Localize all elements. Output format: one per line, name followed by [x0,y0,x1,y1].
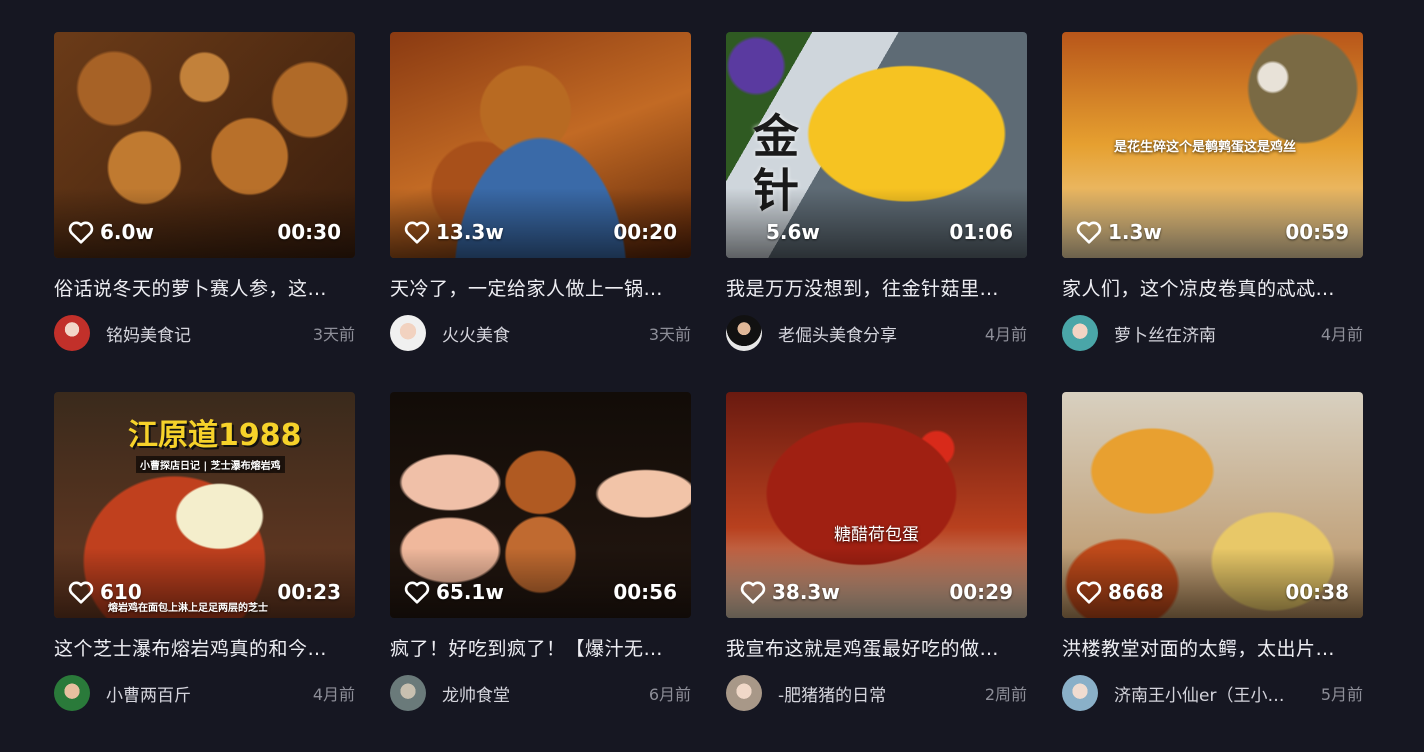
publish-time: 5月前 [1320,685,1363,704]
thumbnail-subcaption: 小曹探店日记 | 芝士瀑布熔岩鸡 [136,456,285,473]
avatar[interactable] [1062,675,1098,711]
like-count: 610 [68,580,142,604]
heart-icon [404,221,430,244]
video-meta: 小曹两百斤 4月前 [54,675,355,711]
author-name[interactable]: -肥猪猪的日常 [778,681,886,706]
heart-icon [1076,581,1102,604]
heart-icon [740,581,766,604]
video-title[interactable]: 这个芝士瀑布熔岩鸡真的和今… [54,634,355,661]
author-name[interactable]: 老倔头美食分享 [778,321,897,346]
like-count-value: 6.0w [100,220,154,244]
author-name[interactable]: 龙帅食堂 [442,681,510,706]
video-meta: 火火美食 3天前 [390,315,691,351]
video-thumbnail[interactable]: 65.1w 00:56 [390,392,691,618]
like-count-value: 610 [100,580,142,604]
video-thumbnail[interactable]: 金针 5.6w 01:06 [726,32,1027,258]
avatar[interactable] [726,675,762,711]
video-duration: 01:06 [949,220,1013,244]
video-title[interactable]: 天冷了，一定给家人做上一锅… [390,274,691,301]
heart-icon [404,581,430,604]
video-title[interactable]: 我是万万没想到，往金针菇里… [726,274,1027,301]
publish-time: 2周前 [984,685,1027,704]
video-thumbnail[interactable]: 糖醋荷包蛋 38.3w 00:29 [726,392,1027,618]
avatar[interactable] [54,675,90,711]
thumbnail-caption: 糖醋荷包蛋 [834,525,919,545]
video-thumbnail[interactable]: 江原道1988 小曹探店日记 | 芝士瀑布熔岩鸡 熔岩鸡在面包上淋上足足两层的芝… [54,392,355,618]
avatar[interactable] [390,315,426,351]
video-duration: 00:30 [277,220,341,244]
like-count: 5.6w [766,220,820,244]
publish-time: 3天前 [648,325,691,344]
thumbnail-caption: 江原道1988 [128,418,302,453]
author-name[interactable]: 济南王小仙er（王小桐… [1114,681,1290,706]
avatar[interactable] [1062,315,1098,351]
video-card[interactable]: 是花生碎这个是鹌鹑蛋这是鸡丝 1.3w 00:59 家人们，这个凉皮卷真的忒忒…… [1062,32,1363,392]
heart-icon [1076,221,1102,244]
video-meta: 老倔头美食分享 4月前 [726,315,1027,351]
like-count-value: 13.3w [436,220,504,244]
like-count-value: 1.3w [1108,220,1162,244]
like-count-value: 38.3w [772,580,840,604]
video-title[interactable]: 洪楼教堂对面的太鳄，太出片… [1062,634,1363,661]
like-count: 1.3w [1076,220,1162,244]
like-count: 8668 [1076,580,1164,604]
thumbnail-caption: 是花生碎这个是鹌鹑蛋这是鸡丝 [1114,140,1297,155]
video-card[interactable]: 江原道1988 小曹探店日记 | 芝士瀑布熔岩鸡 熔岩鸡在面包上淋上足足两层的芝… [54,392,355,752]
video-duration: 00:29 [949,580,1013,604]
video-title[interactable]: 疯了！好吃到疯了！【爆汁无… [390,634,691,661]
avatar[interactable] [726,315,762,351]
video-thumbnail[interactable]: 是花生碎这个是鹌鹑蛋这是鸡丝 1.3w 00:59 [1062,32,1363,258]
publish-time: 4月前 [312,685,355,704]
like-count: 65.1w [404,580,504,604]
video-thumbnail[interactable]: 8668 00:38 [1062,392,1363,618]
video-meta: -肥猪猪的日常 2周前 [726,675,1027,711]
video-duration: 00:56 [613,580,677,604]
video-card[interactable]: 65.1w 00:56 疯了！好吃到疯了！【爆汁无… 龙帅食堂 6月前 [390,392,691,752]
like-count: 13.3w [404,220,504,244]
video-duration: 00:23 [277,580,341,604]
author-name[interactable]: 火火美食 [442,321,510,346]
video-meta: 济南王小仙er（王小桐… 5月前 [1062,675,1363,711]
publish-time: 4月前 [1320,325,1363,344]
heart-icon [68,221,94,244]
video-meta: 萝卜丝在济南 4月前 [1062,315,1363,351]
video-meta: 铭妈美食记 3天前 [54,315,355,351]
publish-time: 6月前 [648,685,691,704]
video-duration: 00:59 [1285,220,1349,244]
publish-time: 3天前 [312,325,355,344]
publish-time: 4月前 [984,325,1027,344]
heart-icon [68,581,94,604]
video-grid: 6.0w 00:30 俗话说冬天的萝卜赛人参，这… 铭妈美食记 3天前 13.3… [54,32,1363,752]
video-meta: 龙帅食堂 6月前 [390,675,691,711]
like-count: 6.0w [68,220,154,244]
author-name[interactable]: 萝卜丝在济南 [1114,321,1216,346]
like-count-value: 8668 [1108,580,1164,604]
video-card[interactable]: 金针 5.6w 01:06 我是万万没想到，往金针菇里… 老倔头美食分享 4月前 [726,32,1027,392]
video-card[interactable]: 糖醋荷包蛋 38.3w 00:29 我宣布这就是鸡蛋最好吃的做… -肥猪猪的日常… [726,392,1027,752]
video-title[interactable]: 我宣布这就是鸡蛋最好吃的做… [726,634,1027,661]
like-count: 38.3w [740,580,840,604]
video-card[interactable]: 8668 00:38 洪楼教堂对面的太鳄，太出片… 济南王小仙er（王小桐… 5… [1062,392,1363,752]
avatar[interactable] [390,675,426,711]
video-card[interactable]: 6.0w 00:30 俗话说冬天的萝卜赛人参，这… 铭妈美食记 3天前 [54,32,355,392]
video-title[interactable]: 俗话说冬天的萝卜赛人参，这… [54,274,355,301]
video-thumbnail[interactable]: 6.0w 00:30 [54,32,355,258]
video-card[interactable]: 13.3w 00:20 天冷了，一定给家人做上一锅… 火火美食 3天前 [390,32,691,392]
like-count-value: 5.6w [766,220,820,244]
video-duration: 00:38 [1285,580,1349,604]
video-duration: 00:20 [613,220,677,244]
author-name[interactable]: 小曹两百斤 [106,681,191,706]
video-thumbnail[interactable]: 13.3w 00:20 [390,32,691,258]
video-title[interactable]: 家人们，这个凉皮卷真的忒忒… [1062,274,1363,301]
like-count-value: 65.1w [436,580,504,604]
author-name[interactable]: 铭妈美食记 [106,321,191,346]
avatar[interactable] [54,315,90,351]
